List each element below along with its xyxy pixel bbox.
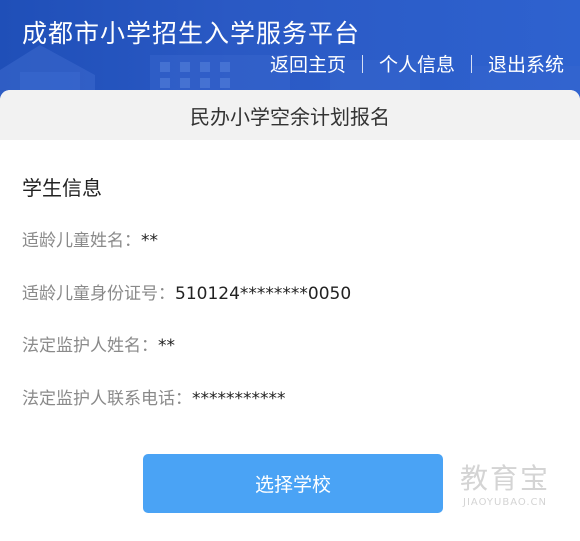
watermark-cn: 教育宝 bbox=[459, 462, 550, 495]
card-title: 民办小学空余计划报名 bbox=[0, 90, 580, 140]
watermark-logo: 教育宝 JIAOYUBAO.CN bbox=[448, 462, 562, 522]
nav-logout-link[interactable]: 退出系统 bbox=[488, 50, 564, 77]
nav-separator bbox=[361, 54, 363, 73]
student-info-title: 学生信息 bbox=[22, 176, 102, 200]
child-id-value: 510124********0050 bbox=[175, 284, 352, 304]
child-name-label: 适龄儿童姓名： bbox=[22, 231, 141, 251]
child-id-label: 适龄儿童身份证号： bbox=[22, 284, 175, 304]
guardian-phone-row: 法定监护人联系电话：*********** bbox=[22, 384, 286, 409]
guardian-name-label: 法定监护人姓名： bbox=[22, 336, 158, 356]
child-name-row: 适龄儿童姓名：** bbox=[22, 226, 158, 251]
child-name-value: ** bbox=[141, 231, 158, 251]
header-banner: 成都市小学招生入学服务平台 返回主页 个人信息 退出系统 bbox=[0, 0, 580, 100]
select-school-button[interactable]: 选择学校 bbox=[143, 454, 443, 513]
nav-profile-link[interactable]: 个人信息 bbox=[379, 50, 455, 77]
guardian-name-value: ** bbox=[158, 336, 175, 356]
guardian-name-row: 法定监护人姓名：** bbox=[22, 331, 175, 356]
top-nav: 返回主页 个人信息 退出系统 bbox=[270, 50, 564, 77]
nav-separator bbox=[470, 54, 472, 73]
guardian-phone-value: *********** bbox=[192, 389, 286, 409]
guardian-phone-label: 法定监护人联系电话： bbox=[22, 389, 192, 409]
child-id-row: 适龄儿童身份证号：510124********0050 bbox=[22, 279, 351, 304]
site-title: 成都市小学招生入学服务平台 bbox=[22, 19, 361, 48]
watermark-en: JIAOYUBAO.CN bbox=[463, 497, 547, 508]
page: 成都市小学招生入学服务平台 返回主页 个人信息 退出系统 民办小学空余计划报名 … bbox=[0, 0, 580, 541]
nav-home-link[interactable]: 返回主页 bbox=[270, 50, 346, 77]
